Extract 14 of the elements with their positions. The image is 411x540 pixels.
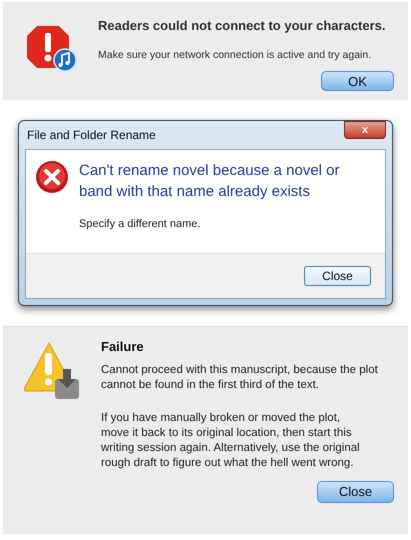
ok-button[interactable]: OK (321, 71, 394, 92)
failure-detail: If you have manually broken or moved the plot, move it back to its original location, then start this writing session again. Alternatively, use the original rough draft to figure out what the hell went wrong. (101, 410, 361, 470)
window-title: File and Folder Rename (26, 127, 157, 144)
failure-message: Cannot proceed with this manuscript, because the plot cannot be found in the first third of the text. (101, 362, 379, 392)
close-button[interactable]: Close (304, 266, 371, 286)
alert-message: Make sure your network connection is active and try again. (98, 48, 372, 62)
error-heading: Can't rename novel because a novel or band with that name already exists (79, 161, 341, 202)
stop-sign-icon (24, 24, 76, 72)
error-message: Specify a different name. (79, 217, 202, 232)
close-button[interactable]: Close (317, 480, 394, 502)
error-icon (35, 160, 69, 194)
warning-icon (23, 341, 81, 401)
alert-title: Readers could not connect to your characters. (98, 17, 387, 35)
failure-title: Failure (101, 338, 145, 356)
